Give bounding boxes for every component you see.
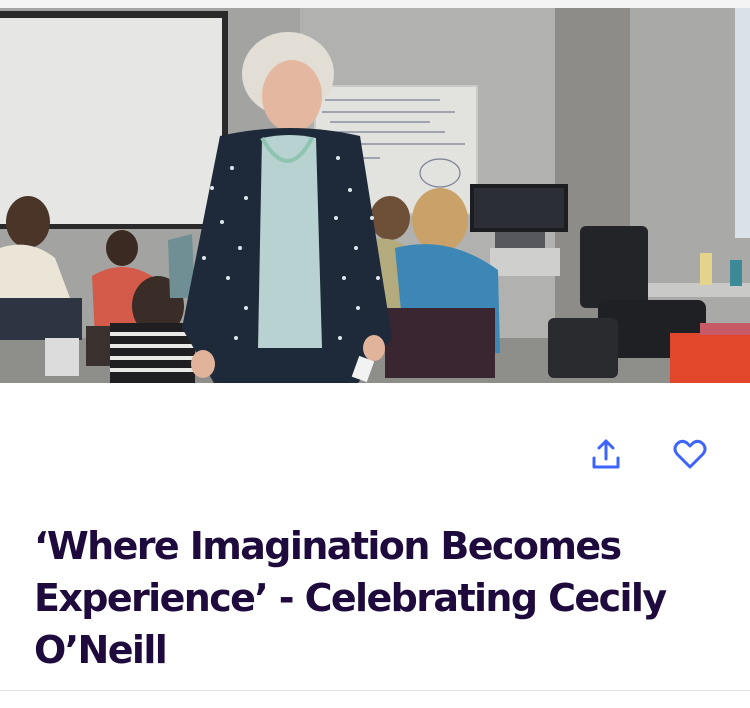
event-actions bbox=[0, 432, 750, 480]
event-title: ‘Where Imagination Becomes Experience’ -… bbox=[34, 524, 667, 672]
share-button[interactable] bbox=[584, 432, 628, 476]
top-edge bbox=[0, 0, 750, 8]
heart-icon bbox=[673, 439, 707, 469]
favorite-button[interactable] bbox=[668, 432, 712, 476]
event-photo bbox=[0, 8, 750, 383]
share-icon bbox=[592, 439, 620, 469]
event-hero-image bbox=[0, 8, 750, 383]
divider bbox=[0, 690, 750, 691]
